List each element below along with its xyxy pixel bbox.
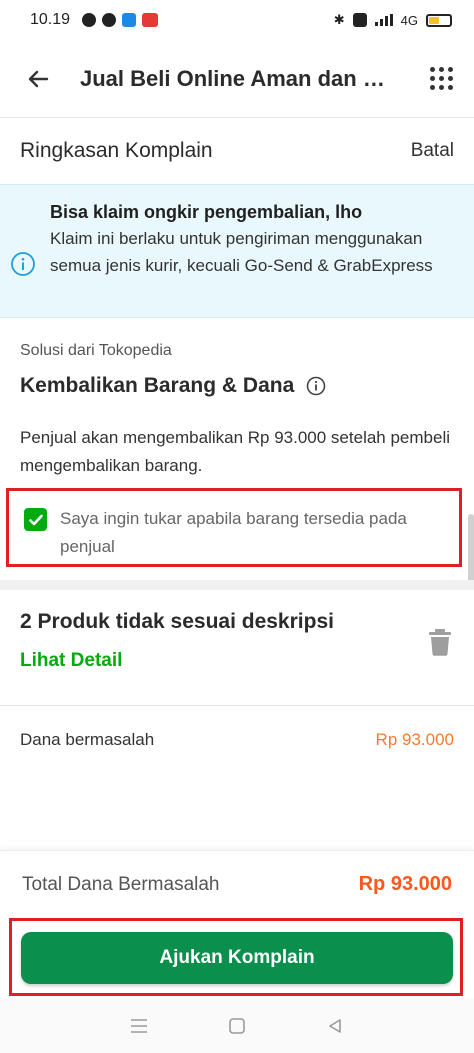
trash-icon[interactable] [428, 628, 452, 656]
arrow-left-icon [28, 70, 49, 87]
solution-info-icon[interactable] [306, 376, 326, 396]
section-divider [0, 580, 474, 590]
solution-section: Solusi dari Tokopedia Kembalikan Barang … [0, 318, 474, 480]
status-left: 10.19 [30, 11, 159, 29]
summary-row: Ringkasan Komplain Batal [0, 118, 474, 184]
solution-label: Solusi dari Tokopedia [20, 342, 172, 359]
triangle-back-icon [329, 1018, 341, 1033]
submit-complaint-button[interactable]: Ajukan Komplain [21, 932, 453, 984]
app-notification-icon [122, 13, 137, 27]
solution-name: Kembalikan Barang & Dana [20, 374, 295, 397]
menu-button[interactable] [426, 64, 456, 94]
exchange-label: Saya ingin tukar apabila barang tersedia… [60, 509, 407, 556]
checkmark-icon [28, 514, 43, 525]
system-back-button[interactable] [323, 1014, 347, 1038]
security-icon [352, 13, 367, 27]
total-value: Rp 93.000 [358, 873, 452, 895]
total-row: Total Dana Bermasalah Rp 93.000 [0, 850, 474, 918]
info-body: Klaim ini berlaku untuk pengiriman mengg… [50, 229, 433, 275]
exchange-checkbox[interactable] [24, 508, 47, 531]
info-banner: Bisa klaim ongkir pengembalian, lho Klai… [0, 184, 474, 318]
info-text: Bisa klaim ongkir pengembalian, lho Klai… [50, 199, 454, 317]
app-header: Jual Beli Online Aman dan Nyaman [0, 40, 474, 118]
status-time: 10.19 [30, 11, 71, 28]
back-button[interactable] [18, 59, 58, 99]
recent-apps-button[interactable] [127, 1014, 151, 1038]
youtube-icon [142, 13, 159, 27]
view-detail-link[interactable]: Lihat Detail [20, 650, 122, 672]
product-issue-title: 2 Produk tidak sesuai deskripsi [20, 610, 334, 633]
page-title: Jual Beli Online Aman dan Nyaman [80, 65, 400, 91]
whatsapp-icon [82, 13, 97, 27]
amount-value: Rp 93.000 [375, 730, 454, 749]
product-issue: 2 Produk tidak sesuai deskripsi Lihat De… [0, 590, 474, 700]
amount-row: Dana bermasalah Rp 93.000 [0, 715, 474, 765]
home-button[interactable] [225, 1014, 249, 1038]
square-icon [229, 1017, 245, 1034]
status-right: ✱ 4G [334, 12, 452, 28]
solution-description: Penjual akan mengembalikan Rp 93.000 set… [20, 428, 451, 475]
bbm-icon [102, 13, 117, 27]
row-divider [0, 705, 474, 706]
bluetooth-icon: ✱ [333, 12, 345, 27]
info-title: Bisa klaim ongkir pengembalian, lho [50, 202, 363, 222]
system-nav-bar [0, 998, 474, 1053]
battery-icon [426, 13, 452, 27]
scrollbar[interactable] [468, 514, 474, 584]
amount-label: Dana bermasalah [20, 730, 155, 749]
cancel-button[interactable]: Batal [411, 140, 454, 162]
status-bar: 10.19 ✱ 4G [0, 0, 474, 40]
exchange-option[interactable]: Saya ingin tukar apabila barang tersedia… [6, 488, 462, 567]
total-label: Total Dana Bermasalah [22, 873, 220, 895]
info-icon [11, 252, 35, 276]
submit-highlight: Ajukan Komplain [9, 918, 463, 996]
solution-name-row: Kembalikan Barang & Dana [20, 374, 454, 398]
summary-title: Ringkasan Komplain [20, 139, 213, 162]
signal-icon [374, 14, 393, 26]
network-type: 4G [400, 12, 418, 28]
menu-lines-icon [131, 1018, 147, 1033]
